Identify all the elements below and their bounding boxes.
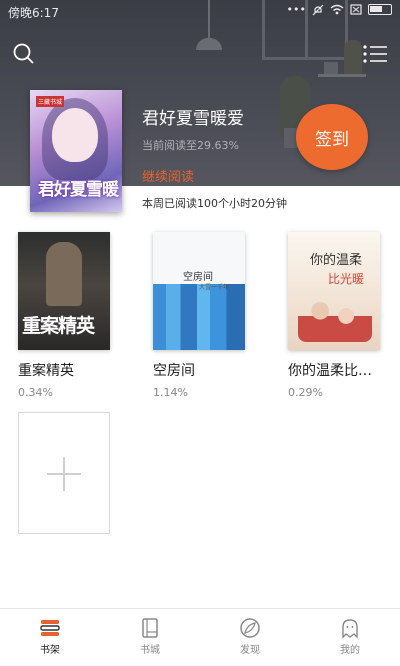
- featured-book-title: 君好夏雪暖爱: [142, 109, 244, 129]
- signin-button[interactable]: 签到: [296, 104, 368, 170]
- search-button[interactable]: [12, 42, 36, 66]
- nav-item-bookshelf[interactable]: 书架: [0, 609, 100, 666]
- status-bar: 傍晚6:17 •••: [0, 0, 400, 22]
- menu-button[interactable]: [362, 42, 388, 66]
- compass-icon: [240, 618, 260, 638]
- nav-label: 我的: [340, 645, 360, 656]
- list-menu-icon: [363, 45, 387, 63]
- sim-icon: [350, 4, 362, 15]
- book-progress: 0.29%: [288, 386, 323, 399]
- featured-book-cover[interactable]: 三藏书城 君好夏雪暖: [30, 90, 122, 212]
- weekly-reading-stats: 本周已阅读100个小时20分钟: [142, 197, 287, 210]
- book-cover-title-line2: 比光暖: [328, 272, 365, 286]
- signal-icon: •••: [286, 3, 306, 16]
- book-icon: [142, 618, 158, 638]
- book-cover-subtitle: 大雪一千年: [199, 284, 230, 291]
- cover-art-figure: [46, 242, 82, 306]
- book-cover-title: 重案精英: [22, 315, 95, 337]
- add-book-button[interactable]: [18, 412, 110, 534]
- continue-reading-link[interactable]: 继续阅读: [142, 166, 194, 185]
- book-cover-title: 你的温柔: [310, 253, 363, 268]
- nav-item-profile[interactable]: 我的: [300, 609, 400, 666]
- book-cover-title: 空房间: [183, 272, 213, 283]
- wifi-icon: [330, 4, 344, 15]
- status-time: 傍晚6:17: [8, 6, 59, 20]
- decor-lamp: [196, 38, 222, 50]
- book-title: 空房间: [153, 363, 195, 379]
- featured-cover-title: 君好夏雪暖: [38, 180, 119, 200]
- cover-art-couple: [298, 290, 372, 342]
- nav-label: 书架: [40, 645, 60, 656]
- book-title: 重案精英: [18, 363, 74, 379]
- book-cover[interactable]: 重案精英: [18, 232, 110, 350]
- decor-shelf-pot: [324, 62, 338, 74]
- book-item[interactable]: 空房间 大雪一千年 空房间 1.14%: [153, 232, 245, 399]
- book-cover[interactable]: 你的温柔 比光暖: [288, 232, 380, 350]
- featured-reading-progress: 当前阅读至29.63%: [142, 139, 239, 152]
- decor-shelf: [318, 74, 366, 77]
- cover-art-face: [52, 108, 98, 162]
- publisher-mark: 三藏书城: [36, 96, 65, 107]
- battery-icon: [368, 4, 392, 15]
- book-progress: 1.14%: [153, 386, 188, 399]
- mute-icon: [312, 4, 324, 15]
- nav-label: 书城: [140, 645, 160, 656]
- nav-item-bookstore[interactable]: 书城: [100, 609, 200, 666]
- search-icon: [13, 43, 34, 64]
- cover-art-buildings: [153, 284, 245, 350]
- book-cover[interactable]: 空房间 大雪一千年: [153, 232, 245, 350]
- app-root: 傍晚6:17 ••• 三藏书城 君好夏雪暖 君好夏雪暖爱 当前阅读至29.63%…: [0, 0, 400, 666]
- book-item[interactable]: 你的温柔 比光暖 你的温柔比… 0.29%: [288, 232, 380, 399]
- book-title: 你的温柔比…: [288, 363, 372, 379]
- profile-icon: [342, 619, 358, 639]
- bottom-nav: 书架 书城 发现 我的: [0, 608, 400, 666]
- nav-label: 发现: [240, 645, 260, 656]
- book-progress: 0.34%: [18, 386, 53, 399]
- decor-shelf-plant: [344, 40, 362, 74]
- bookshelf-icon: [40, 620, 60, 636]
- nav-item-discover[interactable]: 发现: [200, 609, 300, 666]
- book-item[interactable]: 重案精英 重案精英 0.34%: [18, 232, 110, 399]
- status-icons: •••: [287, 3, 392, 16]
